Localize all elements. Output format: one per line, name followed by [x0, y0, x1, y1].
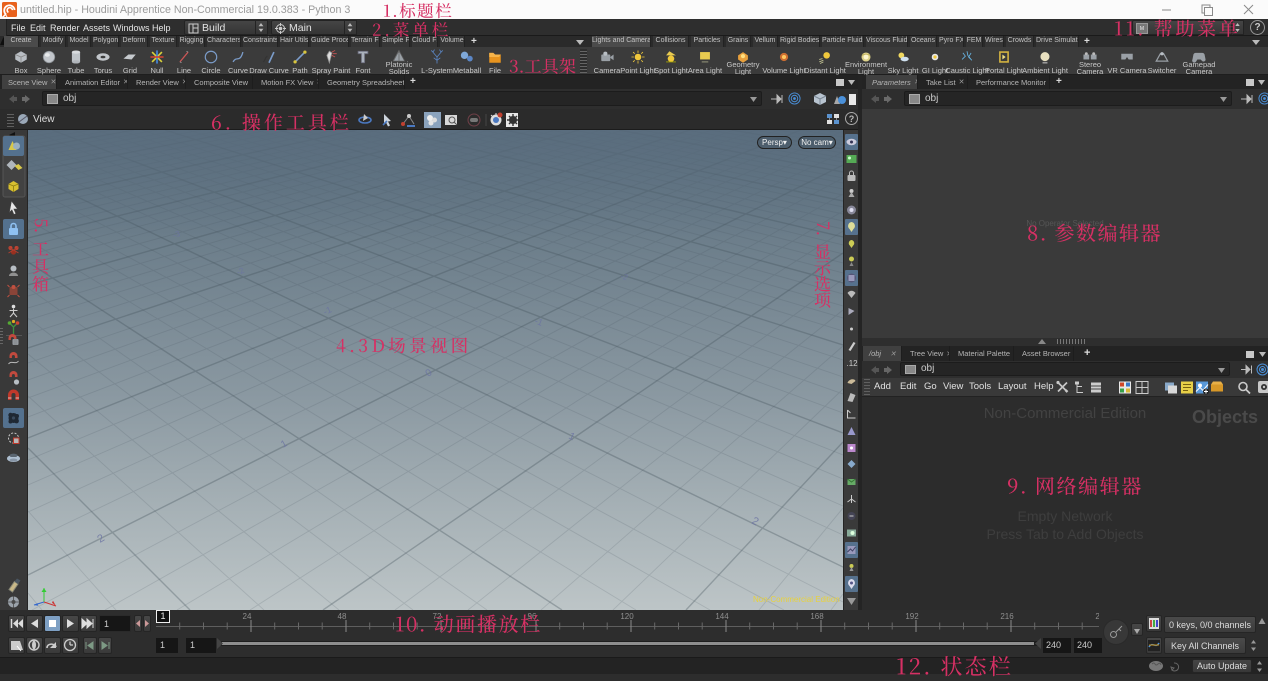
svg-text:120: 120: [620, 612, 634, 621]
svg-text:240: 240: [1095, 612, 1099, 621]
svg-text:.12: .12: [847, 359, 859, 368]
svg-text:168: 168: [810, 612, 824, 621]
svg-text:-1: -1: [322, 304, 333, 316]
svg-text:-2: -2: [235, 266, 245, 277]
svg-text:216: 216: [1000, 612, 1014, 621]
svg-text:48: 48: [338, 612, 347, 621]
svg-text:192: 192: [905, 612, 919, 621]
svg-text:2: 2: [95, 532, 106, 545]
svg-text:144: 144: [715, 612, 729, 621]
svg-text:-1: -1: [533, 316, 544, 328]
svg-text:24: 24: [243, 612, 252, 621]
